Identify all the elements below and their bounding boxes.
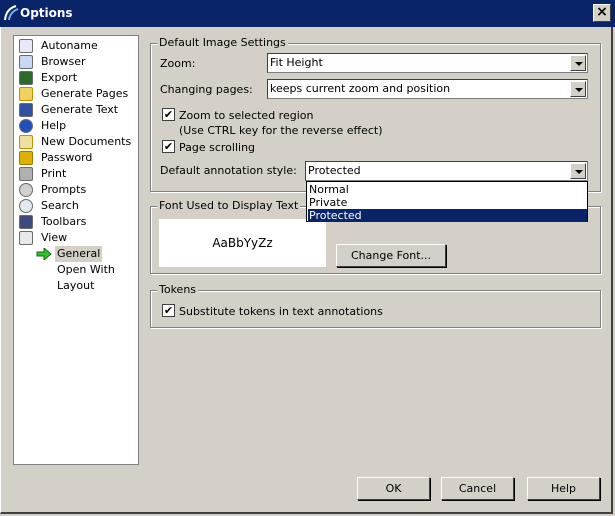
tree-item-label: Toolbars [41, 215, 87, 228]
changing-pages-value: keeps current zoom and position [270, 82, 451, 95]
annotation-style-dropdown[interactable]: Normal Private Protected [306, 181, 588, 222]
tree-item-label: Search [41, 199, 79, 212]
tree-item-label: Help [41, 119, 67, 132]
tree-item-label: Prompts [41, 183, 87, 196]
printer-icon [19, 167, 33, 181]
substitute-tokens-label: Substitute tokens in text annotations [179, 305, 383, 318]
annotation-style-value: Protected [308, 164, 361, 177]
generate-text-icon [19, 103, 33, 117]
view-icon [19, 231, 33, 245]
tree-item-label: Open With [57, 263, 115, 276]
group-legend: Default Image Settings [157, 36, 288, 49]
tree-item-label: Export [41, 71, 78, 84]
arrow-right-icon [36, 248, 52, 260]
ok-button[interactable]: OK [357, 477, 430, 500]
zoom-region-note: (Use CTRL key for the reverse effect) [179, 124, 383, 137]
chevron-down-icon[interactable] [570, 163, 586, 179]
group-legend: Font Used to Display Text [157, 199, 301, 212]
generate-pages-icon [19, 87, 33, 101]
zoom-select[interactable]: Fit Height [267, 53, 588, 73]
font-sample: AaBbYyZz [212, 236, 273, 250]
autoname-icon [19, 39, 33, 53]
zoom-region-label: Zoom to selected region [179, 109, 314, 122]
page-scrolling-label: Page scrolling [179, 141, 256, 154]
browser-icon [19, 55, 33, 69]
chevron-down-icon[interactable] [570, 81, 586, 97]
tree-item-label: Generate Pages [41, 87, 129, 100]
cancel-button[interactable]: Cancel [441, 477, 514, 500]
export-icon [19, 71, 33, 85]
category-tree[interactable]: Autoname Browser Export Generate Pages G… [13, 35, 139, 465]
tree-item-label: View [41, 231, 68, 244]
toolbars-icon [19, 215, 33, 229]
substitute-tokens-checkbox[interactable]: ✔ [162, 304, 175, 317]
tree-item-label: Password [41, 151, 93, 164]
option-protected[interactable]: Protected [308, 209, 587, 222]
window-title: Options [20, 6, 73, 20]
change-font-button[interactable]: Change Font... [336, 244, 446, 267]
option-private[interactable]: Private [308, 196, 587, 209]
zoom-value: Fit Height [270, 56, 323, 69]
font-sample-box: AaBbYyZz [159, 219, 326, 267]
tree-item-label: Browser [41, 55, 86, 68]
new-documents-icon [19, 135, 33, 149]
close-button[interactable]: × [593, 4, 611, 22]
title-bar [0, 0, 615, 27]
changing-pages-label: Changing pages: [160, 83, 253, 96]
help-icon [19, 119, 33, 133]
help-button[interactable]: Help [527, 477, 600, 500]
tree-item-label: Layout [57, 279, 95, 292]
group-legend: Tokens [157, 283, 199, 296]
tree-item-label: Print [41, 167, 67, 180]
option-normal[interactable]: Normal [308, 183, 587, 196]
chevron-down-icon[interactable] [570, 55, 586, 71]
question-icon [19, 183, 33, 197]
annotation-style-select[interactable]: Protected [305, 161, 588, 181]
annotation-style-label: Default annotation style: [160, 164, 297, 177]
search-icon [19, 199, 33, 213]
tree-item-label: General [55, 246, 103, 262]
app-icon [4, 5, 19, 21]
key-icon [19, 151, 33, 165]
changing-pages-select[interactable]: keeps current zoom and position [267, 79, 588, 99]
zoom-region-checkbox[interactable]: ✔ [162, 108, 175, 121]
tree-item-label: Generate Text [41, 103, 119, 116]
tree-item-label: New Documents [41, 135, 132, 148]
zoom-label: Zoom: [160, 57, 196, 70]
page-scrolling-checkbox[interactable]: ✔ [162, 140, 175, 153]
tree-item-label: Autoname [41, 39, 98, 52]
